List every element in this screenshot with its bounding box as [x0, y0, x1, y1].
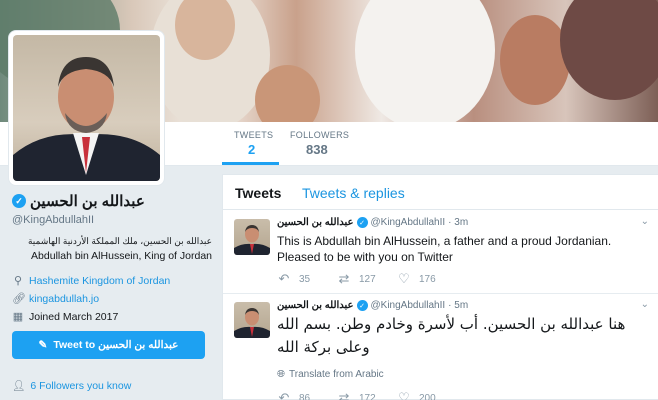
- avatar-photo: [13, 35, 160, 181]
- verified-badge-icon: ✓: [356, 300, 368, 311]
- retweet-button[interactable]: ⇄ 127: [337, 271, 397, 287]
- tweet-item[interactable]: عبدالله بن الحسين ✓ @KingAbdullahII · 5m…: [223, 294, 658, 400]
- profile-display-name[interactable]: عبدالله بن الحسين: [30, 192, 145, 210]
- timeline: Tweets Tweets & replies عبدالله بن الحسي…: [222, 174, 658, 400]
- retweet-icon: ⇄: [338, 271, 350, 286]
- active-stat-underline: [222, 162, 279, 165]
- like-count: 176: [419, 273, 436, 285]
- calendar-icon: ▦: [12, 311, 24, 323]
- location-pin-icon: ⚲: [13, 275, 23, 287]
- tweets-stat-value: 2: [248, 142, 256, 157]
- tweet-item[interactable]: عبدالله بن الحسين ✓ @KingAbdullahII · 3m…: [223, 211, 658, 294]
- followers-you-know-label: 6 Followers you know: [30, 379, 132, 392]
- tab-tweets-and-replies[interactable]: Tweets & replies: [302, 185, 405, 201]
- profile-joined-date: Joined March 2017: [29, 311, 119, 323]
- tweets-stat[interactable]: TWEETS 2: [234, 130, 273, 157]
- tweet-text: This is Abdullah bin AlHussein, a father…: [277, 234, 612, 264]
- tweet-timestamp[interactable]: · 3m: [448, 217, 468, 228]
- followers-stat-label: FOLLOWERS: [290, 130, 350, 140]
- profile-location-row: ⚲ Hashemite Kingdom of Jordan: [12, 275, 212, 287]
- verified-badge-icon: ✓: [356, 217, 368, 228]
- profile-website-row: 🔗︎ kingabdullah.jo: [12, 293, 212, 305]
- compose-icon: ✎: [38, 339, 48, 351]
- like-button[interactable]: ♡ 200: [397, 390, 457, 400]
- globe-icon: 🌐︎: [277, 369, 285, 380]
- tweet-avatar[interactable]: [234, 219, 270, 255]
- retweet-icon: ⇄: [338, 390, 350, 400]
- retweet-button[interactable]: ⇄ 172: [337, 390, 397, 400]
- followers-stat-value: 838: [306, 142, 328, 157]
- tweet-avatar[interactable]: [234, 302, 270, 338]
- avatar-portrait: [13, 57, 160, 181]
- profile-card: عبدالله بن الحسين ✓ @KingAbdullahII عبدا…: [12, 192, 212, 323]
- reply-count: 86: [299, 392, 311, 400]
- heart-icon: ♡: [398, 390, 410, 400]
- translate-label: Translate from Arabic: [289, 369, 384, 380]
- like-count: 200: [419, 392, 436, 400]
- chevron-down-icon[interactable]: ⌄: [641, 216, 649, 227]
- tab-tweets[interactable]: Tweets: [235, 185, 281, 201]
- followers-you-know-link[interactable]: 👤︎ 6 Followers you know: [12, 379, 132, 393]
- chevron-down-icon[interactable]: ⌄: [641, 299, 649, 310]
- profile-avatar[interactable]: [9, 31, 164, 185]
- translate-link[interactable]: 🌐︎ Translate from Arabic: [277, 369, 384, 380]
- heart-icon: ♡: [398, 271, 410, 286]
- tweet-author-name[interactable]: عبدالله بن الحسين: [277, 217, 354, 228]
- tweet-to-label: Tweet to عبدالله بن الحسين: [53, 339, 179, 351]
- reply-icon: ↶: [278, 390, 290, 400]
- person-icon: 👤︎: [12, 380, 26, 392]
- profile-joined-row: ▦ Joined March 2017: [12, 311, 212, 323]
- like-button[interactable]: ♡ 176: [397, 271, 457, 287]
- profile-bio-english: Abdullah bin AlHussein, King of Jordan: [31, 250, 212, 262]
- reply-count: 35: [299, 273, 311, 285]
- tweet-author-handle[interactable]: @KingAbdullahII: [371, 217, 446, 228]
- followers-stat[interactable]: FOLLOWERS 838: [290, 130, 349, 157]
- tweet-timestamp[interactable]: · 5m: [448, 300, 468, 311]
- retweet-count: 127: [359, 273, 376, 285]
- reply-button[interactable]: ↶ 35: [277, 271, 337, 287]
- verified-badge-icon: ✓: [12, 194, 26, 208]
- profile-website-link[interactable]: kingabdullah.jo: [29, 293, 99, 305]
- tweets-stat-label: TWEETS: [234, 130, 274, 140]
- profile-bio-arabic: عبدالله بن الحسين، ملك المملكة الأردنية …: [27, 236, 212, 246]
- tweet-avatar-portrait: [234, 308, 270, 338]
- profile-location[interactable]: Hashemite Kingdom of Jordan: [29, 275, 170, 287]
- reply-icon: ↶: [278, 271, 290, 286]
- retweet-count: 172: [359, 392, 376, 400]
- tweet-header: عبدالله بن الحسين ✓ @KingAbdullahII · 5m: [277, 300, 468, 311]
- timeline-tabs: Tweets Tweets & replies: [223, 175, 658, 210]
- link-icon: 🔗︎: [12, 293, 26, 305]
- tweet-actions: ↶ 35 ⇄ 127 ♡ 176: [277, 271, 457, 287]
- tweet-header: عبدالله بن الحسين ✓ @KingAbdullahII · 3m: [277, 217, 468, 228]
- tweet-avatar-portrait: [234, 225, 270, 255]
- tweet-author-handle[interactable]: @KingAbdullahII: [371, 300, 446, 311]
- reply-button[interactable]: ↶ 86: [277, 390, 337, 400]
- profile-handle[interactable]: @KingAbdullahII: [12, 214, 212, 226]
- profile-display-name-row: عبدالله بن الحسين ✓: [12, 192, 145, 210]
- tweet-to-button[interactable]: ✎ Tweet to عبدالله بن الحسين: [12, 331, 205, 359]
- tweet-actions: ↶ 86 ⇄ 172 ♡ 200: [277, 390, 457, 400]
- tweet-text: هنا عبدالله بن الحسين. أب لأسرة وخادم وط…: [277, 315, 626, 356]
- tweet-author-name[interactable]: عبدالله بن الحسين: [277, 300, 354, 311]
